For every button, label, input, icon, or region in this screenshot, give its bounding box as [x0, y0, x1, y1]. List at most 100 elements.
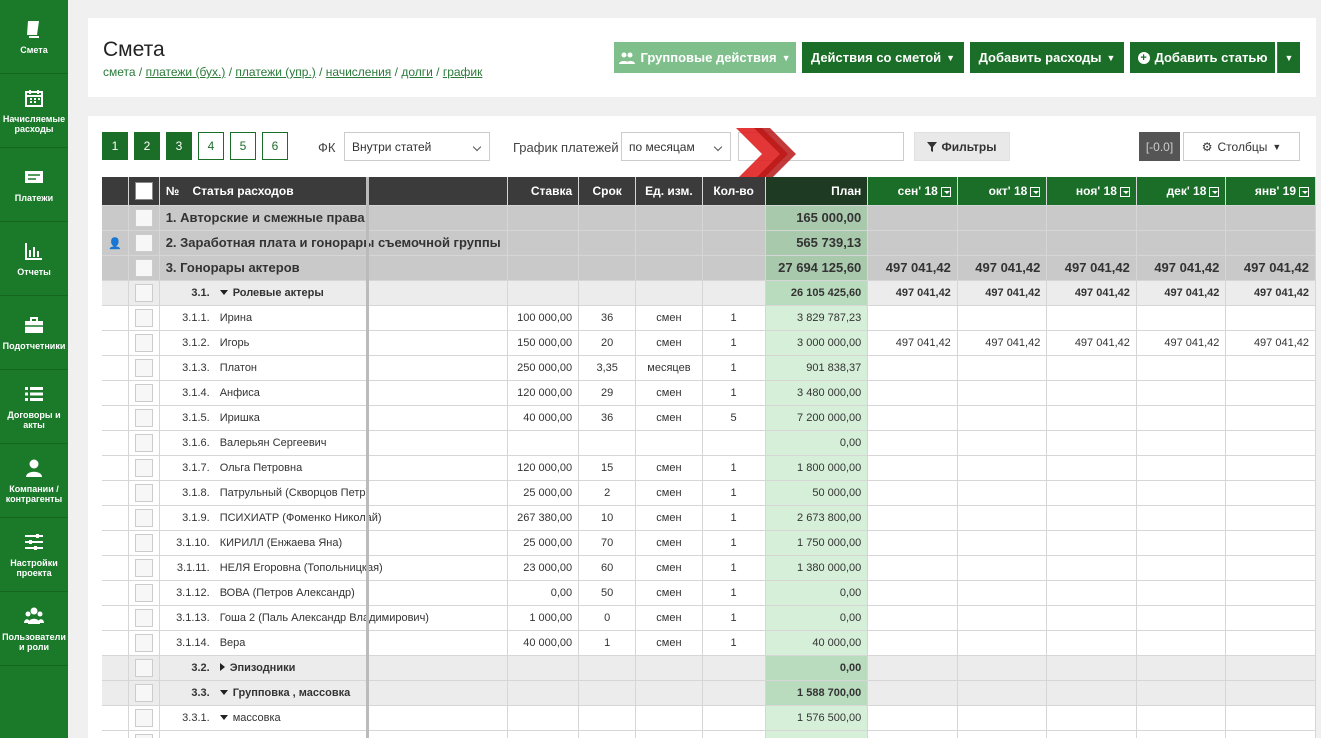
- month-cell[interactable]: [867, 555, 958, 581]
- sidebar-item-3[interactable]: Отчеты: [0, 222, 68, 296]
- rate-cell[interactable]: 100 000,00: [507, 305, 580, 331]
- sidebar-item-2[interactable]: Платежи: [0, 148, 68, 222]
- month-cell[interactable]: [957, 355, 1048, 381]
- qty-cell[interactable]: 1: [702, 305, 766, 331]
- rate-cell[interactable]: 0,00: [507, 580, 580, 606]
- row-checkbox[interactable]: [134, 458, 153, 477]
- month-cell[interactable]: [1136, 730, 1227, 738]
- rate-cell[interactable]: [507, 705, 580, 731]
- unit-cell[interactable]: [635, 280, 703, 306]
- term-cell[interactable]: [578, 705, 637, 731]
- month-cell[interactable]: [1225, 655, 1316, 681]
- month-cell[interactable]: [1046, 405, 1137, 431]
- month-cell[interactable]: [1046, 505, 1137, 531]
- term-cell[interactable]: 36: [578, 405, 637, 431]
- unit-cell[interactable]: смен: [635, 605, 703, 631]
- rate-cell[interactable]: [507, 280, 580, 306]
- month-cell[interactable]: [1046, 455, 1137, 481]
- breadcrumb-link-payments-mgmt[interactable]: платежи (упр.): [235, 65, 315, 79]
- month-cell[interactable]: [957, 505, 1048, 531]
- qty-cell[interactable]: [702, 205, 766, 231]
- term-cell[interactable]: [578, 230, 637, 256]
- sidebar-item-8[interactable]: Пользователи и роли: [0, 592, 68, 666]
- month-cell[interactable]: [867, 355, 958, 381]
- dropdown-icon[interactable]: [940, 186, 951, 197]
- header-month-4[interactable]: дек' 18: [1136, 177, 1227, 206]
- term-cell[interactable]: 20: [578, 330, 637, 356]
- rate-cell[interactable]: 25 000,00: [507, 480, 580, 506]
- expand-down-icon[interactable]: [219, 715, 228, 721]
- row-checkbox[interactable]: [134, 608, 153, 627]
- month-cell[interactable]: 497 041,42: [1136, 330, 1227, 356]
- row-checkbox[interactable]: [134, 433, 153, 452]
- table-row[interactable]: [102, 730, 1316, 738]
- month-cell[interactable]: [867, 430, 958, 456]
- month-cell[interactable]: [1136, 380, 1227, 406]
- month-cell[interactable]: [1046, 655, 1137, 681]
- table-row[interactable]: 3.1.11. НЕЛЯ Егоровна (Топольницкая) 23 00…: [102, 555, 1316, 581]
- term-cell[interactable]: 50: [578, 580, 637, 606]
- row-checkbox[interactable]: [134, 383, 153, 402]
- article-cell[interactable]: 3.1.4. Анфиса: [159, 380, 508, 406]
- row-select-cell[interactable]: [128, 580, 160, 606]
- month-cell[interactable]: [1136, 205, 1227, 231]
- row-checkbox[interactable]: [134, 283, 153, 302]
- rate-cell[interactable]: [507, 205, 580, 231]
- month-cell[interactable]: [1225, 605, 1316, 631]
- table-row[interactable]: 3.1.6. Валерьян Сергеевич 0,00: [102, 430, 1316, 456]
- month-cell[interactable]: [1046, 230, 1137, 256]
- month-cell[interactable]: [1225, 680, 1316, 706]
- filters-button[interactable]: Фильтры: [914, 132, 1010, 161]
- page-button-2[interactable]: 2: [134, 132, 160, 160]
- qty-cell[interactable]: 1: [702, 480, 766, 506]
- rate-cell[interactable]: 25 000,00: [507, 530, 580, 556]
- month-cell[interactable]: [1046, 305, 1137, 331]
- rate-cell[interactable]: 23 000,00: [507, 555, 580, 581]
- month-cell[interactable]: 497 041,42: [1046, 330, 1137, 356]
- row-select-cell[interactable]: [128, 605, 160, 631]
- page-button-5[interactable]: 5: [230, 132, 256, 160]
- header-rate[interactable]: Ставка: [507, 177, 580, 206]
- table-row[interactable]: 3.2. Эпизодники 0,00: [102, 655, 1316, 681]
- month-cell[interactable]: 497 041,42: [1136, 280, 1227, 306]
- row-checkbox[interactable]: [134, 208, 153, 227]
- month-cell[interactable]: 497 041,42: [867, 330, 958, 356]
- row-checkbox[interactable]: [134, 533, 153, 552]
- table-row[interactable]: 3. Гонорары актеров 27 694 125,60 497 041,…: [102, 255, 1316, 281]
- rate-cell[interactable]: [507, 430, 580, 456]
- month-cell[interactable]: 497 041,42: [957, 330, 1048, 356]
- table-row[interactable]: 3.1.3. Платон 250 000,00 3,35 месяцев 1 901 83…: [102, 355, 1316, 381]
- month-cell[interactable]: [957, 730, 1048, 738]
- table-row[interactable]: 3.1.2. Игорь 150 000,00 20 смен 1 3 000 000,00…: [102, 330, 1316, 356]
- article-cell[interactable]: 3.1.2. Игорь: [159, 330, 508, 356]
- month-cell[interactable]: [867, 730, 958, 738]
- article-cell[interactable]: 3.1.13. Гоша 2 (Паль Александр Владимиров…: [159, 605, 508, 631]
- qty-cell[interactable]: [702, 705, 766, 731]
- row-checkbox[interactable]: [134, 583, 153, 602]
- unit-cell[interactable]: смен: [635, 405, 703, 431]
- article-cell[interactable]: 3.1.12. ВОВА (Петров Александр): [159, 580, 508, 606]
- month-cell[interactable]: [957, 630, 1048, 656]
- unit-cell[interactable]: смен: [635, 630, 703, 656]
- rate-cell[interactable]: [507, 680, 580, 706]
- month-cell[interactable]: [1046, 380, 1137, 406]
- table-row[interactable]: 3.1.14. Вера 40 000,00 1 смен 1 40 000,00: [102, 630, 1316, 656]
- article-cell[interactable]: 3.1.8. Патрульный (Скворцов Петр): [159, 480, 508, 506]
- month-cell[interactable]: 497 041,42: [957, 280, 1048, 306]
- row-checkbox[interactable]: [134, 233, 153, 252]
- month-cell[interactable]: [1225, 580, 1316, 606]
- article-cell[interactable]: 1. Авторские и смежные права: [159, 205, 508, 231]
- dropdown-icon[interactable]: [1030, 186, 1041, 197]
- row-select-cell[interactable]: [128, 380, 160, 406]
- unit-cell[interactable]: смен: [635, 480, 703, 506]
- month-cell[interactable]: [1046, 355, 1137, 381]
- month-cell[interactable]: [867, 680, 958, 706]
- rate-cell[interactable]: [507, 255, 580, 281]
- month-cell[interactable]: [867, 705, 958, 731]
- month-cell[interactable]: [1136, 355, 1227, 381]
- row-select-cell[interactable]: [128, 305, 160, 331]
- qty-cell[interactable]: [702, 230, 766, 256]
- term-cell[interactable]: [578, 280, 637, 306]
- row-checkbox[interactable]: [134, 408, 153, 427]
- month-cell[interactable]: [957, 230, 1048, 256]
